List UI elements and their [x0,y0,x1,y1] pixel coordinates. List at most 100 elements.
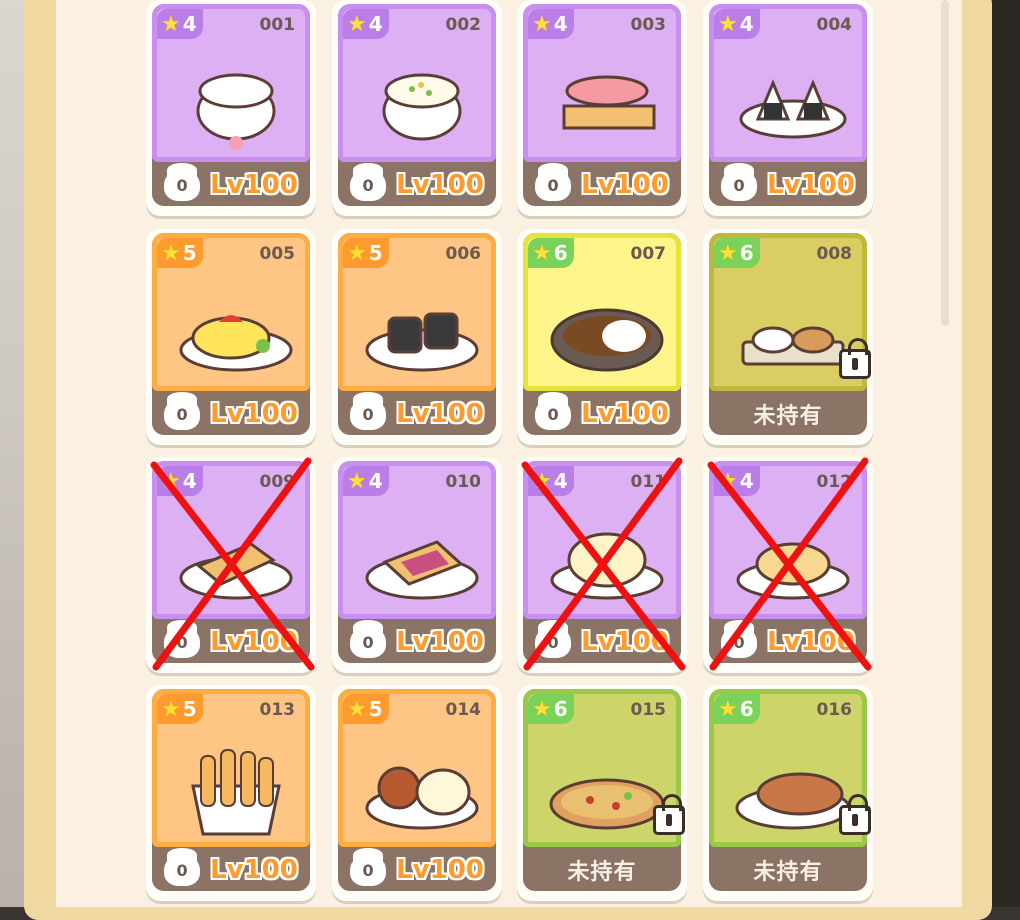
dish-card-003[interactable]: ★ 4 003 0 Lv100 [517,0,687,216]
chef-hat-icon: 0 [535,163,572,201]
dish-card-016[interactable]: ★ 6 016 未持有 [703,685,873,901]
star-count: 4 [368,469,383,493]
rarity-badge: ★ 5 [343,694,389,724]
chef-hat-icon: 0 [721,620,758,658]
dish-frame: ★ 4 003 0 Lv100 [523,4,681,206]
chef-count: 0 [176,632,188,652]
dish-frame: ★ 5 013 0 Lv100 [152,689,310,891]
dish-card-012[interactable]: ★ 4 012 0 Lv100 [703,457,873,673]
dish-card-004[interactable]: ★ 4 004 0 Lv100 [703,0,873,216]
rarity-badge: ★ 6 [714,238,760,268]
dish-number: 010 [445,472,482,492]
onigiri-icon [739,79,847,139]
star-count: 6 [553,697,568,721]
dish-card-006[interactable]: ★ 5 006 0 Lv100 [332,229,502,445]
chef-count: 0 [176,860,188,880]
dish-art: ★ 4 012 [709,461,867,619]
dish-frame: ★ 5 006 0 Lv100 [338,233,496,435]
star-icon: ★ [347,468,367,494]
dish-card-008[interactable]: ★ 6 008 未持有 [703,229,873,445]
chef-hat-icon: 0 [535,392,572,430]
dish-level: Lv100 [210,855,298,885]
dish-number: 011 [630,472,667,492]
dish-frame: ★ 4 011 0 Lv100 [523,461,681,663]
dish-card-013[interactable]: ★ 5 013 0 Lv100 [146,685,316,901]
dish-card-010[interactable]: ★ 4 010 0 Lv100 [332,457,502,673]
chef-count: 0 [362,404,374,424]
star-icon: ★ [718,468,738,494]
dish-frame: ★ 5 014 0 Lv100 [338,689,496,891]
star-count: 4 [553,469,568,493]
sushi-icon [562,75,656,130]
dish-frame: ★ 4 002 0 Lv100 [338,4,496,206]
dish-art: ★ 5 005 [152,233,310,391]
dish-art: ★ 5 013 [152,689,310,847]
dish-level: Lv100 [581,399,669,429]
dish-art: ★ 4 002 [338,4,496,162]
dish-card-011[interactable]: ★ 4 011 0 Lv100 [517,457,687,673]
dish-frame: ★ 4 010 0 Lv100 [338,461,496,663]
dish-card-005[interactable]: ★ 5 005 0 Lv100 [146,229,316,445]
chef-hat-icon: 0 [535,620,572,658]
dish-footer: 0 Lv100 [338,620,496,663]
star-icon: ★ [718,696,738,722]
dish-footer: 0 Lv100 [523,163,681,206]
star-count: 5 [182,697,197,721]
rarity-badge: ★ 5 [157,238,203,268]
dish-art: ★ 5 006 [338,233,496,391]
star-count: 4 [182,469,197,493]
dish-frame: ★ 4 004 0 Lv100 [709,4,867,206]
dish-card-007[interactable]: ★ 6 007 0 Lv100 [517,229,687,445]
chef-hat-icon: 0 [164,163,201,201]
star-icon: ★ [161,11,181,37]
chef-hat-icon: 0 [350,392,387,430]
rarity-badge: ★ 6 [528,238,574,268]
dish-number: 003 [630,15,667,35]
star-count: 4 [368,12,383,36]
rarity-badge: ★ 6 [528,694,574,724]
dish-number: 016 [816,700,853,720]
dish-card-009[interactable]: ★ 4 009 0 Lv100 [146,457,316,673]
curry-rice-icon [550,308,664,372]
dish-footer: 未持有 [709,393,867,435]
dish-level: Lv100 [767,170,855,200]
star-count: 6 [739,697,754,721]
dish-level: Lv100 [396,399,484,429]
dish-footer: 0 Lv100 [523,392,681,435]
chef-hat-icon: 0 [350,620,387,658]
dish-footer: 0 Lv100 [152,848,310,891]
star-icon: ★ [532,696,552,722]
dish-number: 013 [259,700,296,720]
fries-icon [191,749,281,836]
toast-icon [179,542,293,600]
chef-hat-icon: 0 [350,163,387,201]
chef-count: 0 [547,632,559,652]
dish-card-002[interactable]: ★ 4 002 0 Lv100 [332,0,502,216]
rarity-badge: ★ 4 [157,466,203,496]
rarity-badge: ★ 4 [714,9,760,39]
scrollbar[interactable] [941,0,949,326]
star-icon: ★ [161,468,181,494]
star-count: 6 [739,241,754,265]
dish-number: 005 [259,244,296,264]
dish-level: Lv100 [210,170,298,200]
dish-frame: ★ 5 005 0 Lv100 [152,233,310,435]
dish-art: ★ 4 010 [338,461,496,619]
unowned-label: 未持有 [753,860,823,885]
dish-frame: ★ 4 009 0 Lv100 [152,461,310,663]
dish-frame: ★ 6 016 未持有 [709,689,867,891]
chef-count: 0 [176,175,188,195]
dish-footer: 未持有 [523,849,681,891]
dish-card-015[interactable]: ★ 6 015 未持有 [517,685,687,901]
dish-card-001[interactable]: ★ 4 001 0 Lv100 [146,0,316,216]
dish-card-014[interactable]: ★ 5 014 0 Lv100 [332,685,502,901]
star-count: 4 [739,12,754,36]
dish-footer: 未持有 [709,849,867,891]
bun-icon [550,532,664,600]
dish-frame: ★ 4 001 0 Lv100 [152,4,310,206]
dish-level: Lv100 [396,627,484,657]
chef-hat-icon: 0 [164,620,201,658]
star-count: 5 [368,241,383,265]
star-icon: ★ [347,240,367,266]
dish-level: Lv100 [581,627,669,657]
